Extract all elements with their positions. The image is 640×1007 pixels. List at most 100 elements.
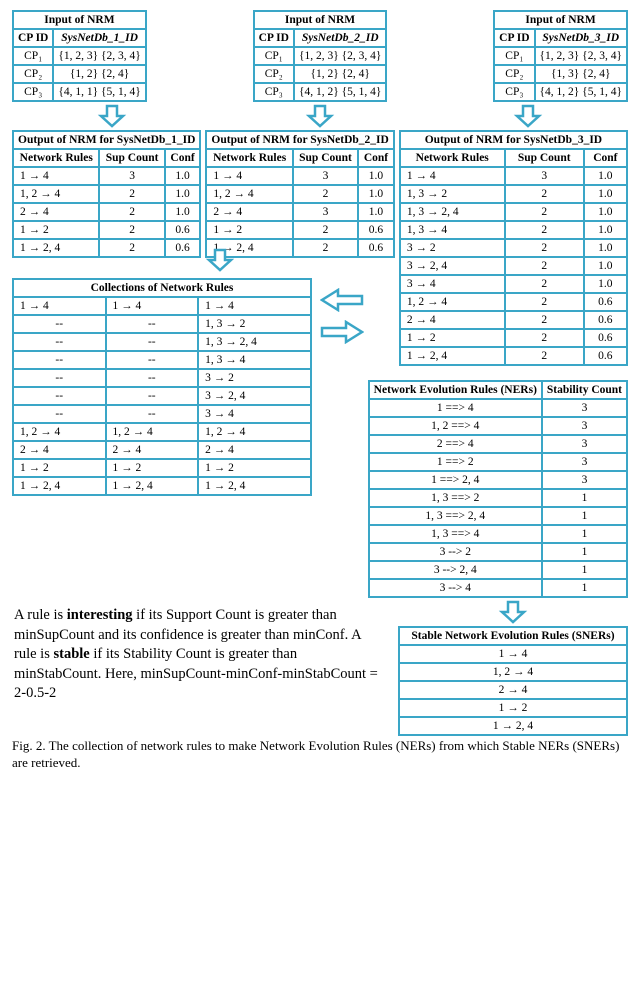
cell: {4, 1, 2} {5, 1, 4} bbox=[294, 83, 386, 101]
cell: {1, 2, 3} {2, 3, 4} bbox=[294, 47, 386, 65]
cell: 1.0 bbox=[165, 185, 201, 203]
cell: 2 → 4 bbox=[106, 441, 199, 459]
cell: 1 → 4 bbox=[206, 167, 292, 185]
input2-col2: SysNetDb_2_ID bbox=[294, 29, 386, 47]
cell: 1.0 bbox=[165, 167, 201, 185]
input1-col2: SysNetDb_1_ID bbox=[53, 29, 145, 47]
cell: {1, 2} {2, 4} bbox=[53, 65, 145, 83]
cell: 1 → 2, 4 bbox=[399, 717, 627, 735]
cell: 1.0 bbox=[584, 167, 627, 185]
out3-h2: Conf bbox=[584, 149, 627, 167]
cell: 1.0 bbox=[165, 203, 201, 221]
cell: 1 ==> 2 bbox=[369, 453, 542, 471]
cell: 1 bbox=[542, 489, 627, 507]
cell: 3 --> 2, 4 bbox=[369, 561, 542, 579]
cell: -- bbox=[106, 315, 199, 333]
cell: 1 → 4 bbox=[13, 167, 99, 185]
cell: 3 bbox=[542, 435, 627, 453]
out2-h2: Conf bbox=[358, 149, 394, 167]
cell: {1, 2, 3} {2, 3, 4} bbox=[53, 47, 145, 65]
cell: 1, 2 → 4 bbox=[206, 185, 292, 203]
cell: CP₂ bbox=[254, 65, 294, 83]
cell: 1.0 bbox=[584, 221, 627, 239]
arrow-down-icon bbox=[97, 102, 127, 130]
cell: 3 bbox=[293, 203, 358, 221]
arrow-left-icon bbox=[318, 284, 366, 316]
cell: -- bbox=[106, 387, 199, 405]
cell: 2 bbox=[505, 203, 584, 221]
cell: 2 → 4 bbox=[206, 203, 292, 221]
cell: 1 ==> 2, 4 bbox=[369, 471, 542, 489]
arrow-down-icon bbox=[305, 102, 335, 130]
cell: 1, 2 → 4 bbox=[399, 663, 627, 681]
cell: -- bbox=[106, 333, 199, 351]
cell: 3 --> 2 bbox=[369, 543, 542, 561]
cell: -- bbox=[13, 351, 106, 369]
cell: CP₃ bbox=[254, 83, 294, 101]
cell: 2 → 4 bbox=[399, 681, 627, 699]
cell: 1 → 2 bbox=[198, 459, 311, 477]
collections-table: Collections of Network Rules 1 → 41 → 41… bbox=[12, 278, 312, 496]
input-table-2: Input of NRM CP ID SysNetDb_2_ID CP₁{1, … bbox=[253, 10, 388, 102]
collections-title: Collections of Network Rules bbox=[13, 279, 311, 297]
cell: 2 bbox=[293, 185, 358, 203]
out1-h2: Conf bbox=[165, 149, 201, 167]
cell: CP₁ bbox=[13, 47, 53, 65]
cell: 2 → 4 bbox=[13, 203, 99, 221]
cell: 1 → 4 bbox=[399, 645, 627, 663]
cell: {4, 1, 2} {5, 1, 4} bbox=[535, 83, 627, 101]
cell: 1, 3 → 2, 4 bbox=[198, 333, 311, 351]
cell: -- bbox=[106, 405, 199, 423]
cell: 1, 2 → 4 bbox=[198, 423, 311, 441]
out1-title: Output of NRM for SysNetDb_1_ID bbox=[13, 131, 200, 149]
cell: 1 bbox=[542, 507, 627, 525]
cell: 1, 3 → 2 bbox=[198, 315, 311, 333]
cell: 1 → 2, 4 bbox=[198, 477, 311, 495]
cell: 3 bbox=[542, 399, 627, 417]
cell: 1, 3 ==> 4 bbox=[369, 525, 542, 543]
cell: -- bbox=[13, 315, 106, 333]
cell: 3 bbox=[293, 167, 358, 185]
cell: CP₂ bbox=[13, 65, 53, 83]
cell: 1 → 2 bbox=[13, 459, 106, 477]
sners-table: Stable Network Evolution Rules (SNERs) 1… bbox=[398, 626, 628, 736]
out3-h1: Sup Count bbox=[505, 149, 584, 167]
cell: -- bbox=[13, 387, 106, 405]
cell: 1 bbox=[542, 525, 627, 543]
cell: 1, 2 → 4 bbox=[13, 423, 106, 441]
cell: 1 → 4 bbox=[198, 297, 311, 315]
cell: 1 bbox=[542, 561, 627, 579]
input2-title: Input of NRM bbox=[254, 11, 387, 29]
ners-h1: Network Evolution Rules (NERs) bbox=[369, 381, 542, 399]
cell: 1 → 4 bbox=[106, 297, 199, 315]
cell: 1 bbox=[542, 579, 627, 597]
cell: 1, 2 → 4 bbox=[106, 423, 199, 441]
cell: 1.0 bbox=[584, 203, 627, 221]
arrows-row-1 bbox=[12, 102, 628, 130]
input1-col1: CP ID bbox=[13, 29, 53, 47]
input3-col1: CP ID bbox=[494, 29, 534, 47]
cell: 1, 2 → 4 bbox=[13, 185, 99, 203]
cell: 1, 3 → 2 bbox=[400, 185, 505, 203]
cell: 1.0 bbox=[584, 185, 627, 203]
cell: 1, 3 → 4 bbox=[198, 351, 311, 369]
out3-title: Output of NRM for SysNetDb_3_ID bbox=[400, 131, 627, 149]
cell: 1, 3 → 4 bbox=[400, 221, 505, 239]
cell: {1, 3} {2, 4} bbox=[535, 65, 627, 83]
cell: CP₁ bbox=[494, 47, 534, 65]
output-table-1: Output of NRM for SysNetDb_1_ID Network … bbox=[12, 130, 201, 258]
cell: 2 → 4 bbox=[198, 441, 311, 459]
cell: 2 → 4 bbox=[13, 441, 106, 459]
cell: 3 --> 4 bbox=[369, 579, 542, 597]
arrow-down-icon bbox=[12, 246, 368, 274]
input-table-1: Input of NRM CP ID SysNetDb_1_ID CP₁{1, … bbox=[12, 10, 147, 102]
cell: 1, 3 ==> 2 bbox=[369, 489, 542, 507]
cell: 3 → 2 bbox=[198, 369, 311, 387]
figure-caption: Fig. 2. The collection of network rules … bbox=[12, 736, 628, 772]
cell: 0.6 bbox=[165, 221, 201, 239]
cell: 1 bbox=[542, 543, 627, 561]
sners-title: Stable Network Evolution Rules (SNERs) bbox=[399, 627, 627, 645]
cell: 1 → 2, 4 bbox=[106, 477, 199, 495]
note-b2: stable bbox=[53, 646, 89, 662]
note-b1: interesting bbox=[67, 607, 133, 623]
